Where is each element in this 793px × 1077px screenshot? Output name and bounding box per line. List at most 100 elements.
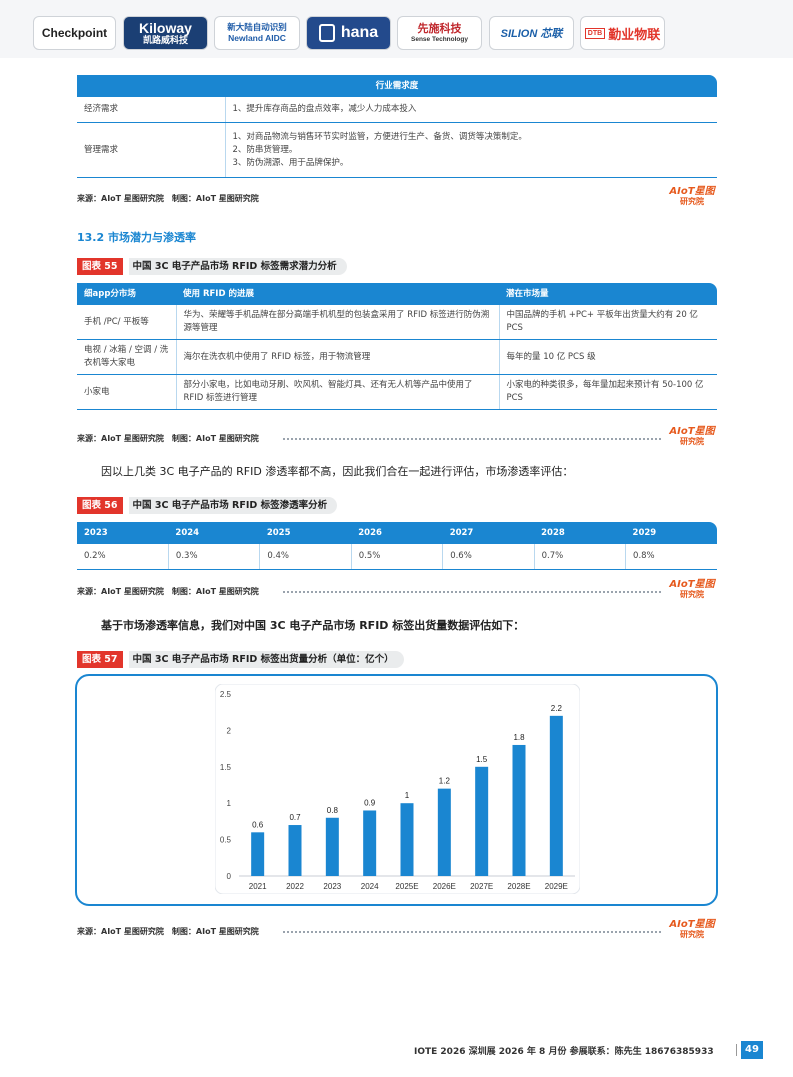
demand-line: 1、对商品物流与销售环节实时监管，方便进行生产、备货、调货等决策制定。: [232, 131, 527, 142]
fig56-header-row: 2023 2024 2025 2026 2027 2028 2029: [77, 522, 717, 544]
hana-mark-icon: [318, 24, 335, 42]
data-label: 0.6: [252, 820, 264, 829]
footer-divider: [736, 1044, 737, 1056]
rate-cell: 0.4%: [259, 544, 352, 570]
bar-chart: 0 0.5 1 1.5 2 2.5 0.6 2021 0.7 2022 0.8 2023 0.9 2024…: [215, 684, 580, 894]
rate-cell: 0.2%: [77, 544, 169, 570]
logo-hana-text: hana: [340, 24, 379, 41]
logo-newland-sub: Newland AIDC: [228, 33, 286, 43]
fig55-label: 图表 55 中国 3C 电子产品市场 RFID 标签需求潜力分析: [77, 258, 347, 275]
logo-dtb-sub: DTB: [584, 27, 606, 39]
x-tick-label: 2023: [323, 882, 341, 891]
rate-cell: 0.5%: [350, 544, 443, 570]
watermark-line2: 研究院: [680, 437, 704, 446]
logo-checkpoint: Checkpoint: [33, 16, 116, 50]
y-tick-label: 1: [227, 799, 232, 808]
y-tick-label: 0.5: [220, 836, 232, 845]
demand-row-label: 管理需求: [77, 122, 225, 178]
bar: [512, 744, 526, 876]
watermark-line1: AIoT星图: [669, 186, 715, 197]
logo-kiloway-sub: 凯路威科技: [142, 34, 188, 45]
bar: [363, 810, 377, 876]
fig56-tag: 图表 56: [77, 497, 123, 514]
bar: [288, 825, 302, 876]
aiot-watermark: AIoT星图 研究院: [667, 427, 717, 447]
table-cell: 每年的量 10 亿 PCS 级: [498, 339, 717, 375]
data-label: 0.9: [364, 798, 376, 807]
demand-line: 2、防串货管理。: [232, 144, 298, 155]
y-tick-label: 2: [227, 726, 232, 735]
bar: [325, 817, 339, 876]
dotted-divider: [283, 438, 661, 440]
bar: [437, 788, 451, 876]
demand-table-header: 行业需求度: [77, 75, 718, 97]
table-cell: 电视 / 冰箱 / 空调 / 洗衣机等大家电: [77, 339, 176, 375]
demand-header-cell: 行业需求度: [77, 75, 718, 97]
logo-sense-sub: Sense Technology: [411, 35, 468, 43]
dotted-divider: [283, 591, 661, 593]
source-note: 来源：AIoT 星图研究院 制图：AIoT 星图研究院: [77, 927, 259, 936]
data-label: 1.5: [476, 755, 488, 764]
x-tick-label: 2024: [361, 882, 379, 891]
fig55-header-cell: 细app分市场: [77, 283, 176, 305]
source-note: 来源：AIoT 星图研究院 制图：AIoT 星图研究院: [77, 194, 259, 203]
table-cell: 部分小家电，比如电动牙刷、吹风机、智能灯具、还有无人机等产品中使用了 RFID …: [175, 374, 499, 410]
source-note: 来源：AIoT 星图研究院 制图：AIoT 星图研究院: [77, 434, 259, 443]
section-title: 13.2 市场潜力与渗透率: [77, 231, 196, 244]
logo-silion: SILION 芯联: [489, 16, 574, 50]
rate-cell: 0.3%: [167, 544, 260, 570]
logo-dtb: DTB 勤业物联: [580, 16, 665, 50]
page-footer: IOTE 2026 深圳展 2026 年 8 月份 参展联系：陈先生 18676…: [414, 1047, 714, 1057]
logo-kiloway-text: Kiloway: [139, 19, 192, 36]
year-cell: 2029: [625, 522, 717, 544]
fig55-header-row: 细app分市场 使用 RFID 的进展 潜在市场量: [77, 283, 717, 305]
fig57-tag: 图表 57: [77, 651, 123, 668]
year-cell: 2026: [351, 522, 443, 544]
year-cell: 2024: [168, 522, 260, 544]
logo-newland: 新大陆自动识别 Newland AIDC: [214, 16, 300, 50]
table-cell: 中国品牌的手机 +PC+ 平板年出货量大约有 20 亿 PCS: [498, 305, 717, 340]
table-row: 管理需求 1、对商品物流与销售环节实时监管，方便进行生产、备货、调货等决策制定。…: [77, 122, 718, 178]
data-label: 1: [405, 791, 410, 800]
aiot-watermark: AIoT星图 研究院: [667, 187, 717, 207]
logo-kiloway: Kiloway 凯路威科技: [123, 16, 208, 50]
watermark-line1: AIoT星图: [669, 579, 715, 590]
data-label: 0.8: [327, 806, 339, 815]
fig56-label: 图表 56 中国 3C 电子产品市场 RFID 标签渗透率分析: [77, 497, 338, 514]
data-label: 1.8: [513, 733, 525, 742]
x-tick-label: 2029E: [545, 882, 568, 891]
table-cell: 手机 /PC/ 平板等: [77, 305, 176, 340]
demand-row-label: 经济需求: [77, 97, 225, 123]
page-number: 49: [741, 1041, 763, 1059]
fig55-tag: 图表 55: [77, 258, 123, 275]
rate-cell: 0.6%: [442, 544, 535, 570]
fig55-table: 细app分市场 使用 RFID 的进展 潜在市场量 手机 /PC/ 平板等 华为…: [77, 283, 717, 410]
year-cell: 2025: [259, 522, 352, 544]
fig55-header-cell: 潜在市场量: [499, 283, 717, 305]
y-tick-label: 0: [227, 872, 232, 881]
table-row: 电视 / 冰箱 / 空调 / 洗衣机等大家电 海尔在洗衣机中使用了 RFID 标…: [77, 339, 717, 375]
rate-cell: 0.8%: [625, 544, 717, 570]
x-tick-label: 2026E: [433, 882, 456, 891]
table-row: 经济需求 1、提升库存商品的盘点效率，减少人力成本投入: [77, 97, 718, 123]
fig57-label: 图表 57 中国 3C 电子产品市场 RFID 标签出货量分析（单位：亿个）: [77, 651, 404, 668]
table-row: 小家电 部分小家电，比如电动牙刷、吹风机、智能灯具、还有无人机等产品中使用了 R…: [77, 374, 717, 410]
bar: [251, 832, 265, 876]
table-cell: 小家电的种类很多，每年量加起来预计有 50-100 亿 PCS: [498, 374, 717, 410]
x-tick-label: 2028E: [507, 882, 530, 891]
table-cell: 华为、荣耀等手机品牌在部分高端手机机型的包装盒采用了 RFID 标签进行防伪溯源…: [175, 305, 499, 340]
fig55-header-cell: 使用 RFID 的进展: [176, 283, 499, 305]
table-row: 手机 /PC/ 平板等 华为、荣耀等手机品牌在部分高端手机机型的包装盒采用了 R…: [77, 305, 717, 340]
bar: [400, 803, 414, 876]
demand-row-text: 1、对商品物流与销售环节实时监管，方便进行生产、备货、调货等决策制定。 2、防串…: [224, 122, 718, 178]
data-label: 0.7: [289, 813, 301, 822]
logo-newland-text: 新大陆自动识别: [227, 22, 287, 32]
watermark-line1: AIoT星图: [669, 426, 715, 437]
paragraph: 因以上几类 3C 电子产品的 RFID 渗透率都不高，因此我们合在一起进行评估，…: [101, 465, 574, 478]
demand-line: 3、防伪溯源、用于品牌保护。: [232, 157, 349, 168]
watermark-line2: 研究院: [680, 930, 704, 939]
y-tick-label: 1.5: [220, 763, 232, 772]
logo-sense: 先施科技 Sense Technology: [397, 16, 482, 50]
logo-hana: hana: [306, 16, 391, 50]
logo-dtb-text: 勤业物联: [608, 26, 661, 42]
